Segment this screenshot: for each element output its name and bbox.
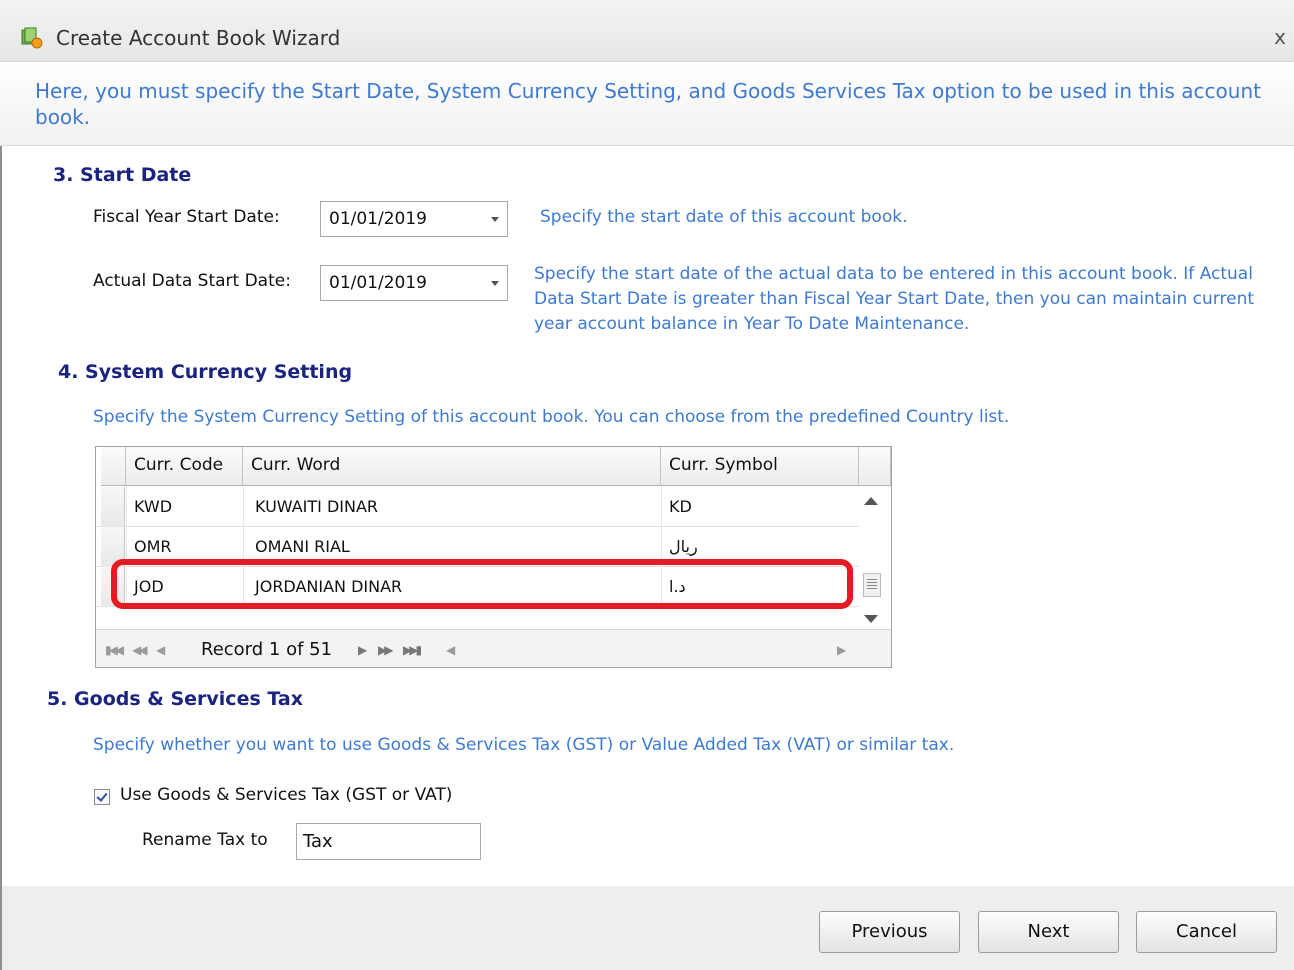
last-record-icon[interactable]: ▶▶▮ [403, 643, 422, 657]
next-page-icon[interactable]: ▶▶ [378, 643, 394, 657]
first-record-icon[interactable]: ▮◀◀ [105, 643, 124, 657]
scroll-right-icon[interactable]: ▶ [837, 643, 846, 657]
record-counter: Record 1 of 51 [201, 639, 333, 660]
scroll-thumb[interactable] [863, 573, 881, 597]
fiscal-year-start-value: 01/01/2019 [329, 209, 427, 229]
actual-data-hint: Specify the start date of the actual dat… [534, 264, 1255, 334]
actual-data-start-value: 01/01/2019 [329, 273, 427, 293]
scroll-left-icon[interactable]: ◀ [446, 643, 455, 657]
next-button[interactable]: Next [978, 911, 1119, 953]
cell-symbol: ريال [669, 537, 698, 556]
row-indicator[interactable] [101, 487, 125, 527]
column-header-word-label: Curr. Word [251, 455, 341, 475]
cell-code: KWD [134, 497, 173, 516]
table-row[interactable]: KWD KUWAITI DINAR KD [96, 487, 860, 527]
cancel-button[interactable]: Cancel [1136, 911, 1277, 953]
section-start-date-title: 3. Start Date [53, 164, 192, 186]
section-currency-title: 4. System Currency Setting [58, 361, 353, 383]
fiscal-year-hint: Specify the start date of this account b… [540, 207, 908, 227]
selection-highlight [111, 559, 853, 609]
actual-data-start-label: Actual Data Start Date: [93, 271, 291, 291]
previous-record-icon[interactable]: ◀ [156, 643, 165, 657]
scroll-up-icon[interactable] [864, 497, 878, 505]
section-tax-title: 5. Goods & Services Tax [47, 688, 303, 710]
chevron-down-icon[interactable] [491, 281, 499, 286]
grid-header-corner [859, 447, 891, 486]
scroll-down-icon[interactable] [864, 615, 878, 623]
fiscal-year-start-label: Fiscal Year Start Date: [93, 207, 280, 227]
title-bar: Create Account Book Wizard x [0, 0, 1294, 62]
column-header-symbol-label: Curr. Symbol [669, 455, 778, 475]
column-header-code[interactable]: Curr. Code [126, 447, 243, 486]
currency-hint: Specify the System Currency Setting of t… [93, 407, 1010, 427]
tax-hint: Specify whether you want to use Goods & … [93, 735, 955, 755]
column-header-code-label: Curr. Code [134, 455, 224, 475]
previous-button[interactable]: Previous [819, 911, 960, 953]
record-navigator: ▮◀◀ ◀◀ ◀ Record 1 of 51 ▶ ▶▶ ▶▶▮ ◀ ▶ [96, 629, 891, 667]
use-gst-checkbox[interactable] [94, 789, 110, 805]
instruction-banner: Here, you must specify the Start Date, S… [0, 63, 1294, 146]
banner-text: Here, you must specify the Start Date, S… [35, 79, 1261, 129]
fiscal-year-start-date-combo[interactable]: 01/01/2019 [320, 201, 508, 237]
book-wizard-icon [21, 27, 43, 49]
window-title: Create Account Book Wizard [56, 26, 341, 50]
cell-word: OMANI RIAL [255, 537, 350, 556]
currency-grid: Curr. Code Curr. Word Curr. Symbol KWD K… [95, 446, 892, 668]
close-icon[interactable]: x [1274, 25, 1286, 49]
actual-data-start-date-combo[interactable]: 01/01/2019 [320, 265, 508, 301]
chevron-down-icon[interactable] [491, 217, 499, 222]
column-header-word[interactable]: Curr. Word [243, 447, 661, 486]
cell-code: OMR [134, 537, 172, 556]
grid-header-indicator [101, 447, 126, 486]
rename-tax-label: Rename Tax to [142, 830, 268, 850]
next-record-icon[interactable]: ▶ [358, 643, 367, 657]
column-header-symbol[interactable]: Curr. Symbol [661, 447, 859, 486]
rename-tax-input[interactable]: Tax [296, 823, 481, 860]
cell-word: KUWAITI DINAR [255, 497, 379, 516]
use-gst-label[interactable]: Use Goods & Services Tax (GST or VAT) [120, 785, 452, 805]
cell-symbol: KD [669, 497, 692, 516]
previous-page-icon[interactable]: ◀◀ [132, 643, 148, 657]
